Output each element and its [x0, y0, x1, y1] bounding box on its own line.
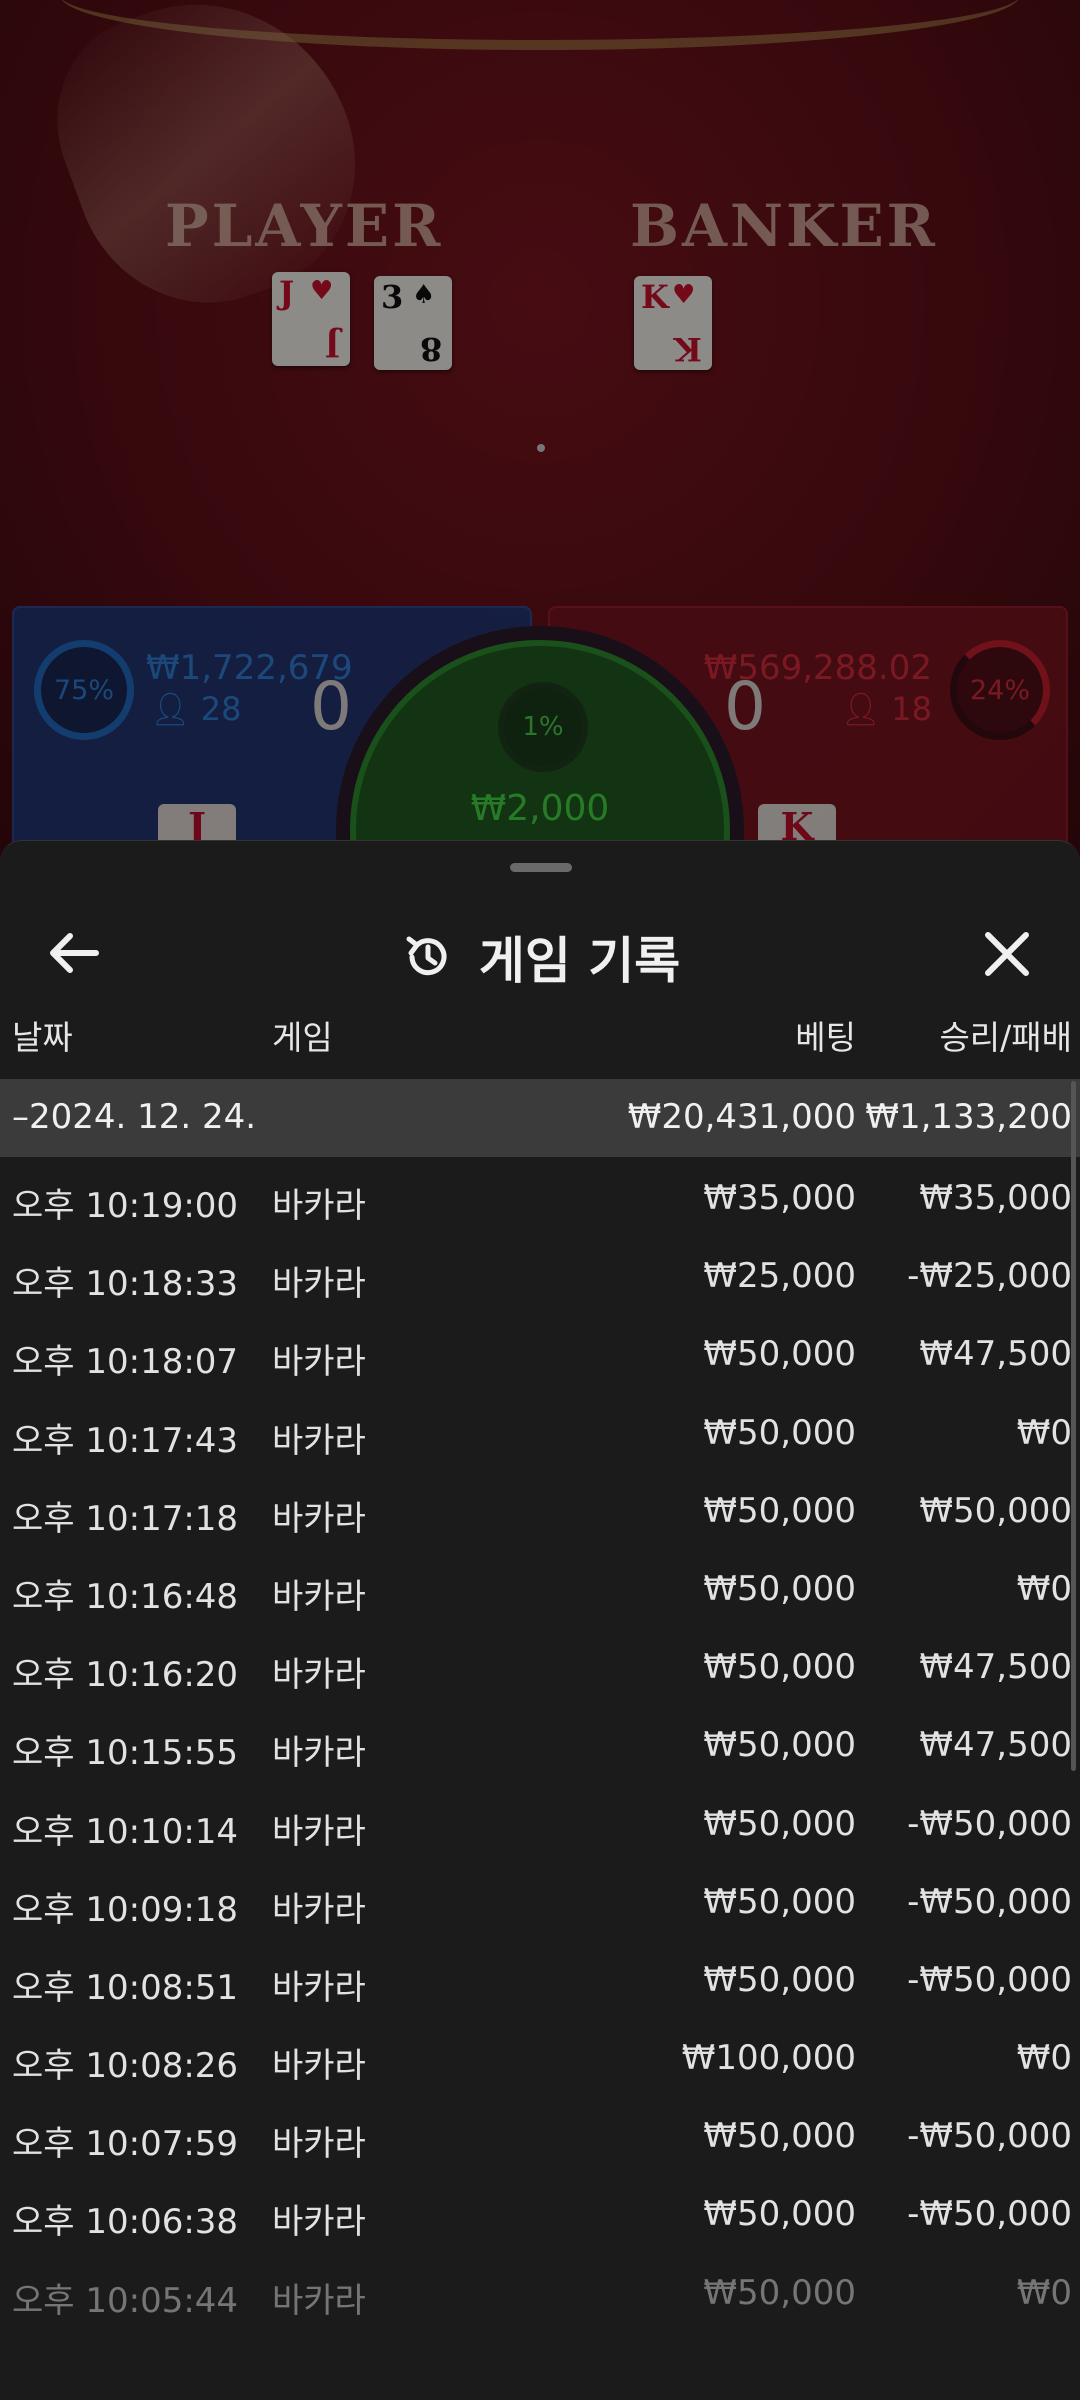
column-result: 승리/패배: [939, 1018, 1072, 1057]
dim-overlay[interactable]: [0, 0, 1080, 860]
row-game: 바카라: [272, 1498, 366, 1539]
row-result: -₩25,000: [907, 1256, 1072, 1297]
row-time: 오후 10:09:18: [12, 1889, 239, 1930]
sheet-title: 게임 기록: [478, 932, 681, 990]
row-game: 바카라: [272, 1811, 366, 1852]
row-result: -₩50,000: [907, 1803, 1072, 1844]
scrollbar[interactable]: [1071, 1081, 1076, 1771]
row-game: 바카라: [272, 1655, 366, 1696]
row-bet: ₩50,000: [703, 2194, 856, 2235]
row-bet: ₩50,000: [703, 1647, 856, 1688]
row-result: ₩35,000: [919, 1178, 1072, 1218]
row-result: ₩0: [1016, 1412, 1072, 1453]
row-result: -₩50,000: [907, 2194, 1072, 2235]
row-result: -₩50,000: [907, 2116, 1072, 2157]
history-row[interactable]: 오후 10:06:38 바카라 ₩50,000 -₩50,000: [0, 2173, 1080, 2251]
history-row[interactable]: 오후 10:18:33 바카라 ₩25,000 -₩25,000: [0, 1235, 1080, 1313]
history-row[interactable]: 오후 10:15:55 바카라 ₩50,000 ₩47,500: [0, 1704, 1080, 1782]
row-bet: ₩50,000: [703, 1490, 856, 1531]
row-result: ₩0: [1016, 1568, 1072, 1609]
day-date: –2024. 12. 24.: [12, 1097, 257, 1137]
history-row[interactable]: 오후 10:16:20 바카라 ₩50,000 ₩47,500: [0, 1626, 1080, 1704]
row-result: ₩47,500: [919, 1725, 1072, 1766]
day-bet-total: ₩20,431,000: [627, 1097, 856, 1137]
live-game-view: PLAYER BANKER J ♥ J 3 ♠ 8 K ♥ K 75% ₩1,722,…: [0, 0, 1080, 860]
row-time: 오후 10:06:38: [12, 2202, 239, 2243]
sheet-title-group: 게임 기록: [0, 921, 1080, 993]
row-game: 바카라: [272, 2046, 366, 2087]
row-time: 오후 10:17:18: [12, 1498, 239, 1539]
row-game: 바카라: [272, 1576, 366, 1617]
history-row[interactable]: 오후 10:08:26 바카라 ₩100,000 ₩0: [0, 2017, 1080, 2095]
column-date: 날짜: [12, 1018, 73, 1057]
row-time: 오후 10:18:07: [12, 1342, 239, 1383]
column-bet: 베팅: [795, 1018, 856, 1057]
row-bet: ₩50,000: [703, 1881, 856, 1922]
row-time: 오후 10:16:20: [12, 1655, 239, 1696]
row-bet: ₩50,000: [703, 2116, 856, 2157]
row-game: 바카라: [272, 1420, 366, 1461]
history-row[interactable]: 오후 10:10:14 바카라 ₩50,000 -₩50,000: [0, 1783, 1080, 1861]
row-result: -₩50,000: [907, 1959, 1072, 2000]
row-bet: ₩50,000: [703, 1568, 856, 1609]
history-row[interactable]: 오후 10:08:51 바카라 ₩50,000 -₩50,000: [0, 1939, 1080, 2017]
row-bet: ₩50,000: [703, 2272, 856, 2313]
history-row[interactable]: 오후 10:16:48 바카라 ₩50,000 ₩0: [0, 1548, 1080, 1626]
column-headers: 날짜 게임 베팅 승리/패배: [0, 1003, 1080, 1067]
row-bet: ₩100,000: [681, 2038, 856, 2079]
history-list[interactable]: 오후 10:19:00 바카라 ₩35,000 ₩35,000 오후 10:18:33 바…: [0, 1157, 1080, 2330]
history-row[interactable]: 오후 10:09:18 바카라 ₩50,000 -₩50,000: [0, 1861, 1080, 1939]
history-row[interactable]: 오후 10:05:44 바카라 ₩50,000 ₩0: [0, 2252, 1080, 2330]
row-result: ₩47,500: [919, 1647, 1072, 1688]
close-button[interactable]: [974, 921, 1040, 987]
row-result: ₩0: [1016, 2272, 1072, 2313]
row-bet: ₩50,000: [703, 1725, 856, 1766]
row-game: 바카라: [272, 1967, 366, 2008]
row-result: ₩47,500: [919, 1334, 1072, 1375]
row-bet: ₩25,000: [703, 1256, 856, 1297]
game-history-sheet: 게임 기록 날짜 게임 베팅 승리/패배 –2024. 12. 24. ₩20,…: [0, 840, 1080, 2400]
row-bet: ₩50,000: [703, 1334, 856, 1375]
row-time: 오후 10:10:14: [12, 1811, 239, 1852]
row-game: 바카라: [272, 2202, 366, 2243]
row-game: 바카라: [272, 1264, 366, 1305]
row-time: 오후 10:15:55: [12, 1733, 239, 1774]
column-game: 게임: [272, 1018, 333, 1057]
history-row[interactable]: 오후 10:18:07 바카라 ₩50,000 ₩47,500: [0, 1313, 1080, 1391]
history-row[interactable]: 오후 10:19:00 바카라 ₩35,000 ₩35,000: [0, 1157, 1080, 1235]
row-game: 바카라: [272, 1733, 366, 1774]
history-row[interactable]: 오후 10:17:18 바카라 ₩50,000 ₩50,000: [0, 1470, 1080, 1548]
day-result-total: ₩1,133,200: [865, 1097, 1072, 1137]
row-result: ₩0: [1016, 2038, 1072, 2079]
row-time: 오후 10:19:00: [12, 1186, 239, 1226]
row-bet: ₩50,000: [703, 1803, 856, 1844]
row-game: 바카라: [272, 2280, 366, 2321]
row-time: 오후 10:17:43: [12, 1420, 239, 1461]
row-game: 바카라: [272, 1342, 366, 1383]
sheet-header: 게임 기록: [0, 895, 1080, 1005]
history-row[interactable]: 오후 10:07:59 바카라 ₩50,000 -₩50,000: [0, 2095, 1080, 2173]
row-game: 바카라: [272, 1889, 366, 1930]
row-time: 오후 10:07:59: [12, 2124, 239, 2165]
row-bet: ₩50,000: [703, 1959, 856, 2000]
history-row[interactable]: 오후 10:17:43 바카라 ₩50,000 ₩0: [0, 1392, 1080, 1470]
row-time: 오후 10:18:33: [12, 1264, 239, 1305]
day-summary-row[interactable]: –2024. 12. 24. ₩20,431,000 ₩1,133,200: [0, 1079, 1080, 1157]
history-icon: [406, 936, 447, 976]
row-game: 바카라: [272, 2124, 366, 2165]
close-icon: [985, 932, 1029, 976]
row-bet: ₩35,000: [703, 1178, 856, 1218]
sheet-drag-handle[interactable]: [510, 863, 572, 872]
row-time: 오후 10:08:51: [12, 1967, 239, 2008]
row-game: 바카라: [272, 1186, 366, 1226]
row-time: 오후 10:05:44: [12, 2280, 239, 2321]
row-result: -₩50,000: [907, 1881, 1072, 1922]
row-result: ₩50,000: [919, 1490, 1072, 1531]
row-time: 오후 10:16:48: [12, 1576, 239, 1617]
row-bet: ₩50,000: [703, 1412, 856, 1453]
row-time: 오후 10:08:26: [12, 2046, 239, 2087]
